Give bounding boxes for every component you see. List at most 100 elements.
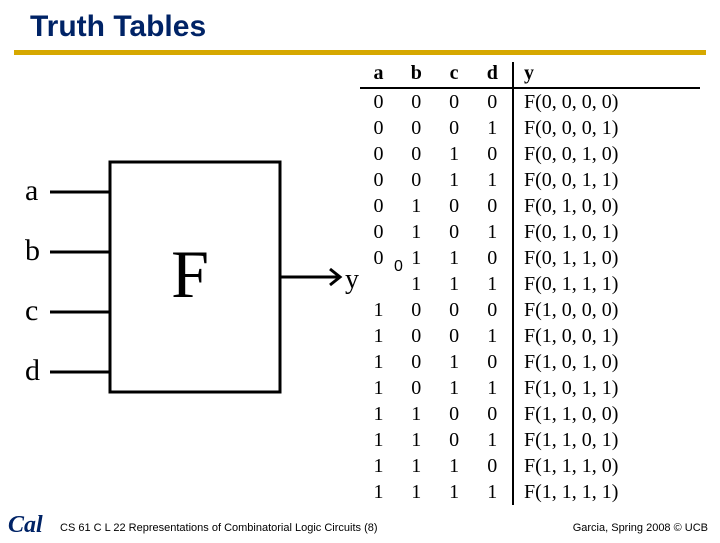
truth-table: a b c d y 0000F(0, 0, 0, 0)0001F(0, 0, 0… bbox=[360, 62, 700, 505]
cell-b: 1 bbox=[397, 219, 436, 245]
footer-right: Garcia, Spring 2008 © UCB bbox=[573, 522, 708, 534]
cell-d: 1 bbox=[473, 115, 513, 141]
cell-d: 0 bbox=[473, 297, 513, 323]
cell-a: 0 bbox=[360, 88, 397, 115]
cell-a: 0 bbox=[360, 167, 397, 193]
cell-a: 0 bbox=[360, 219, 397, 245]
cell-b: 1 bbox=[397, 193, 436, 219]
cell-b: 0 bbox=[397, 141, 436, 167]
cell-c: 1 bbox=[436, 271, 473, 297]
table-row: 0100F(0, 1, 0, 0) bbox=[360, 193, 700, 219]
content-area: F a b c d y a b c d y bbox=[0, 62, 720, 505]
cell-b: 0 bbox=[397, 349, 436, 375]
cell-y: F(1, 0, 0, 0) bbox=[513, 297, 700, 323]
table-row: 1000F(1, 0, 0, 0) bbox=[360, 297, 700, 323]
col-a: a bbox=[360, 62, 397, 88]
cell-d: 1 bbox=[473, 427, 513, 453]
table-row: 1101F(1, 1, 0, 1) bbox=[360, 427, 700, 453]
input-b-label: b bbox=[25, 234, 40, 267]
cell-c: 0 bbox=[436, 88, 473, 115]
cell-y: F(1, 0, 1, 1) bbox=[513, 375, 700, 401]
table-row: 0010F(0, 0, 1, 0) bbox=[360, 141, 700, 167]
cell-c: 1 bbox=[436, 349, 473, 375]
cell-d: 1 bbox=[473, 479, 513, 505]
cell-a: 1 bbox=[360, 323, 397, 349]
cell-d: 0 bbox=[473, 349, 513, 375]
table-row: 1010F(1, 0, 1, 0) bbox=[360, 349, 700, 375]
logo-text: Cal bbox=[8, 512, 43, 538]
cell-y: F(1, 1, 0, 1) bbox=[513, 427, 700, 453]
col-b: b bbox=[397, 62, 436, 88]
cell-c: 0 bbox=[436, 193, 473, 219]
title-rule bbox=[14, 50, 706, 55]
cell-y: F(0, 1, 0, 1) bbox=[513, 219, 700, 245]
overlay-zero: 0 bbox=[394, 258, 403, 276]
cell-d: 1 bbox=[473, 219, 513, 245]
table-row: 0000F(0, 0, 0, 0) bbox=[360, 88, 700, 115]
table-row: 0001F(0, 0, 0, 1) bbox=[360, 115, 700, 141]
cell-y: F(1, 1, 1, 0) bbox=[513, 453, 700, 479]
cell-d: 1 bbox=[473, 323, 513, 349]
cell-b: 1 bbox=[397, 401, 436, 427]
col-d: d bbox=[473, 62, 513, 88]
cell-a: 1 bbox=[360, 349, 397, 375]
table-row: 1110F(1, 1, 1, 0) bbox=[360, 453, 700, 479]
cell-a: 0 bbox=[360, 141, 397, 167]
cell-d: 1 bbox=[473, 375, 513, 401]
cell-y: F(0, 0, 1, 0) bbox=[513, 141, 700, 167]
cell-d: 0 bbox=[473, 453, 513, 479]
footer-left: CS 61 C L 22 Representations of Combinat… bbox=[60, 522, 378, 534]
cell-b: 1 bbox=[397, 427, 436, 453]
cell-c: 1 bbox=[436, 245, 473, 271]
cell-a: 0 bbox=[360, 193, 397, 219]
cell-d: 1 bbox=[473, 167, 513, 193]
cell-a: 1 bbox=[360, 479, 397, 505]
cell-b: 1 bbox=[397, 479, 436, 505]
table-row: 0011F(0, 0, 1, 1) bbox=[360, 167, 700, 193]
cell-y: F(0, 0, 0, 0) bbox=[513, 88, 700, 115]
table-header-row: a b c d y bbox=[360, 62, 700, 88]
cell-b: 0 bbox=[397, 323, 436, 349]
footer: CS 61 C L 22 Representations of Combinat… bbox=[60, 514, 708, 534]
cell-a: 1 bbox=[360, 453, 397, 479]
cell-y: F(0, 0, 0, 1) bbox=[513, 115, 700, 141]
cell-c: 0 bbox=[436, 115, 473, 141]
cell-d: 0 bbox=[473, 193, 513, 219]
cal-logo: Cal bbox=[6, 508, 54, 538]
cell-a: 0 bbox=[360, 115, 397, 141]
cell-c: 0 bbox=[436, 323, 473, 349]
cell-c: 1 bbox=[436, 141, 473, 167]
table-row: 0111F(0, 1, 1, 1) bbox=[360, 271, 700, 297]
cell-b: 1 bbox=[397, 453, 436, 479]
table-row: 1001F(1, 0, 0, 1) bbox=[360, 323, 700, 349]
cell-c: 0 bbox=[436, 427, 473, 453]
cell-y: F(0, 1, 0, 0) bbox=[513, 193, 700, 219]
cell-a: 1 bbox=[360, 375, 397, 401]
cell-y: F(0, 0, 1, 1) bbox=[513, 167, 700, 193]
cell-b: 0 bbox=[397, 297, 436, 323]
cell-y: F(0, 1, 1, 0) bbox=[513, 245, 700, 271]
cell-b: 0 bbox=[397, 375, 436, 401]
cell-a: 0 bbox=[360, 245, 397, 271]
input-d-label: d bbox=[25, 354, 40, 387]
cell-y: F(1, 1, 0, 0) bbox=[513, 401, 700, 427]
table-row: 1111F(1, 1, 1, 1) bbox=[360, 479, 700, 505]
cell-d: 0 bbox=[473, 401, 513, 427]
cell-a: 1 bbox=[360, 427, 397, 453]
slide-title: Truth Tables bbox=[30, 10, 206, 44]
cell-b: 0 bbox=[397, 115, 436, 141]
truth-table-wrap: a b c d y 0000F(0, 0, 0, 0)0001F(0, 0, 0… bbox=[360, 62, 700, 505]
cell-c: 1 bbox=[436, 375, 473, 401]
cell-d: 0 bbox=[473, 141, 513, 167]
output-y-label: y bbox=[345, 264, 359, 295]
cell-b: 0 bbox=[397, 167, 436, 193]
table-row: 0110F(0, 1, 1, 0) bbox=[360, 245, 700, 271]
cell-y: F(0, 1, 1, 1) bbox=[513, 271, 700, 297]
cell-a: 1 bbox=[360, 297, 397, 323]
cell-b: 0 bbox=[397, 88, 436, 115]
cell-y: F(1, 0, 0, 1) bbox=[513, 323, 700, 349]
cell-d: 0 bbox=[473, 245, 513, 271]
cell-y: F(1, 1, 1, 1) bbox=[513, 479, 700, 505]
col-y: y bbox=[513, 62, 700, 88]
cell-c: 1 bbox=[436, 167, 473, 193]
